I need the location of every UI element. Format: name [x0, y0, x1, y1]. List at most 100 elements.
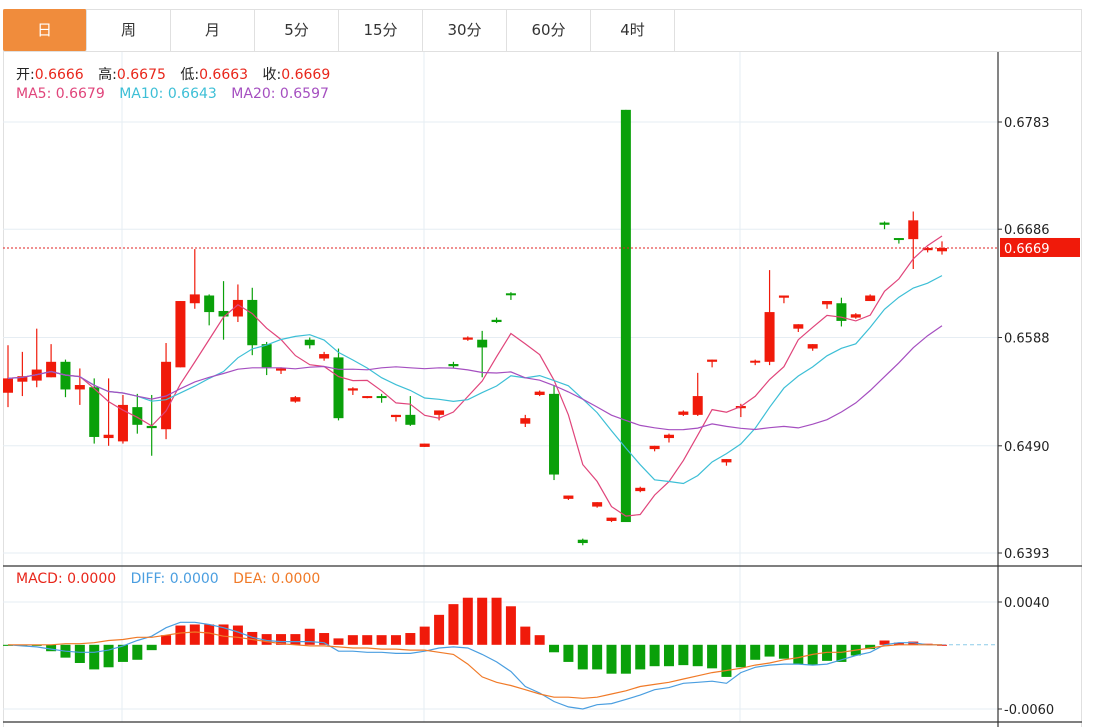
- macd-bar-positive: [520, 626, 531, 645]
- ma20-line: [7, 325, 943, 431]
- macd-bar-negative: [663, 644, 674, 667]
- high-label: 高:: [98, 67, 117, 83]
- candle-up: [563, 495, 574, 499]
- ma10-line: [7, 275, 943, 485]
- macd-bar-positive: [534, 635, 545, 645]
- price-tick-label: 0.6686: [1004, 223, 1050, 238]
- macd-panel: [3, 597, 998, 710]
- price-tick-label: 0.6393: [1004, 547, 1050, 562]
- candle-up: [937, 247, 947, 252]
- candle-down: [376, 396, 387, 399]
- candle-up: [74, 385, 85, 390]
- macd-bar-positive: [333, 638, 344, 645]
- candle-up: [764, 312, 775, 362]
- candle-up: [534, 391, 545, 395]
- ma20-label: MA20:: [231, 86, 280, 102]
- macd-bar-positive: [390, 635, 401, 645]
- candle-up: [822, 301, 833, 305]
- ma5-line: [7, 235, 943, 517]
- macd-bar-positive: [419, 626, 430, 645]
- macd-bar-negative: [146, 644, 157, 651]
- candle-down: [893, 238, 904, 241]
- candle-up: [319, 354, 330, 359]
- candle-up: [347, 388, 358, 391]
- candle-up: [793, 324, 804, 329]
- current-price-label: 0.6669: [1004, 242, 1050, 257]
- candle-down: [89, 387, 100, 437]
- macd-legend: MACD: 0.0000 DIFF: 0.0000 DEA: 0.0000: [16, 571, 320, 587]
- macd-bar-positive: [204, 624, 215, 645]
- candle-up: [678, 411, 689, 415]
- macd-bar-positive: [347, 635, 358, 645]
- macd-bar-negative: [606, 644, 617, 674]
- macd-bar-negative: [750, 644, 761, 660]
- macd-bar-negative: [793, 644, 804, 665]
- macd-bar-negative: [74, 644, 85, 663]
- candle-down: [333, 357, 344, 419]
- candle-up: [778, 295, 789, 298]
- macd-bar-negative: [563, 644, 574, 662]
- open-label: 开:: [16, 67, 35, 83]
- ma10-label: MA10:: [119, 86, 168, 102]
- candle-down: [448, 364, 459, 367]
- price-tick-label: 0.6490: [1004, 440, 1050, 455]
- candle-down: [549, 393, 560, 475]
- ma5-label: MA5:: [16, 86, 56, 102]
- macd-bar-negative: [692, 644, 703, 667]
- macd-tick-label: 0.0040: [1004, 596, 1050, 611]
- ma20-value: 0.6597: [279, 86, 329, 102]
- candle-up: [908, 220, 919, 240]
- macd-bar-negative: [707, 644, 718, 669]
- macd-bar-positive: [175, 625, 186, 645]
- open-value: 0.6666: [34, 67, 84, 83]
- macd-bar-positive: [362, 635, 373, 645]
- candle-up: [290, 397, 301, 402]
- candle-up: [707, 359, 718, 362]
- candle-up: [865, 295, 876, 302]
- price-tick-label: 0.6588: [1004, 332, 1050, 347]
- candle-down: [620, 109, 631, 523]
- macd-bar-negative: [103, 644, 114, 668]
- macd-bar-negative: [620, 644, 631, 674]
- candle-up: [362, 396, 373, 399]
- macd-bar-positive: [376, 635, 387, 645]
- candle-up: [606, 517, 617, 521]
- candle-down: [405, 414, 416, 425]
- candle-down: [304, 339, 315, 346]
- macd-bar-positive: [161, 635, 172, 645]
- candle-up: [3, 378, 13, 393]
- macd-bar-positive: [189, 624, 200, 645]
- macd-tick-label: -0.0060: [1004, 703, 1054, 718]
- dea-line: [8, 631, 942, 699]
- ma5-value: 0.6679: [55, 86, 105, 102]
- candle-up: [750, 360, 761, 363]
- macd-bar-positive: [434, 614, 445, 645]
- ma-lines: [3, 235, 998, 517]
- ohlc-legend: 开:0.6666 高:0.6675 低:0.6663 收:0.6669: [16, 64, 330, 84]
- candle-up: [520, 418, 531, 424]
- macd-bar-negative: [89, 644, 100, 670]
- candle-down: [491, 319, 502, 323]
- macd-bar-negative: [678, 644, 689, 666]
- diff-value: 0.0000: [169, 571, 219, 587]
- macd-bar-positive: [232, 625, 243, 645]
- candlestick-chart[interactable]: 0.6783 0.6686 0.6588 0.6490 0.6393 0.0040 -0.0…: [0, 0, 1096, 727]
- candle-down: [879, 222, 890, 225]
- candle-up: [635, 487, 646, 492]
- ma10-value: 0.6643: [167, 86, 217, 102]
- macd-bar-negative: [592, 644, 603, 670]
- macd-value: 0.0000: [67, 571, 117, 587]
- candle-up: [850, 314, 861, 318]
- candle-up: [175, 301, 186, 368]
- macd-bar-negative: [549, 644, 560, 653]
- macd-bar-positive: [477, 597, 488, 645]
- candle-up: [721, 459, 732, 463]
- macd-bar-negative: [649, 644, 660, 667]
- macd-bar-negative: [577, 644, 588, 670]
- candle-up: [276, 368, 287, 371]
- macd-bar-negative: [721, 644, 732, 677]
- high-value: 0.6675: [116, 67, 166, 83]
- macd-label: MACD:: [16, 571, 68, 587]
- candle-down: [247, 299, 258, 346]
- macd-bar-negative: [735, 644, 746, 668]
